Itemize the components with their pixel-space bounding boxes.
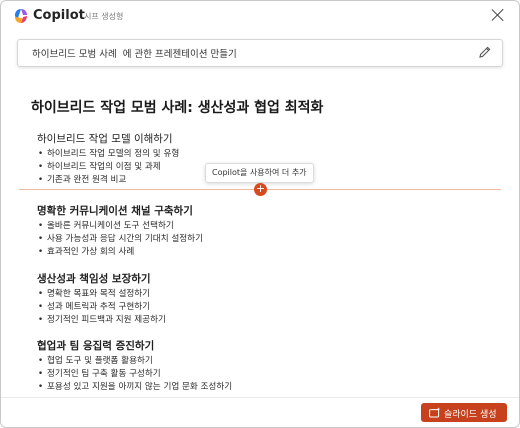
outline-section[interactable]: 협업과 팀 응집력 증진하기 협업 도구 및 플랫폼 활용하기 정기적인 팀 구… bbox=[37, 338, 477, 394]
add-section-button[interactable]: + bbox=[254, 183, 267, 196]
bullet-item[interactable]: 효과적인 가상 회의 사례 bbox=[37, 246, 477, 259]
section-title[interactable]: 생산성과 책임성 보장하기 bbox=[37, 271, 477, 286]
outline-section[interactable]: 생산성과 책임성 보장하기 명확한 목표와 목적 설정하기 성과 메트릭과 추적… bbox=[37, 271, 477, 327]
create-slides-label: 슬라이드 생성 bbox=[444, 410, 497, 420]
app-subtitle: 시프 생성형 bbox=[84, 12, 124, 21]
app-title: Copilot bbox=[33, 8, 85, 23]
create-slides-button[interactable]: 슬라이드 생성 bbox=[421, 403, 507, 422]
bullet-item[interactable]: 협업 도구 및 플랫폼 활용하기 bbox=[37, 355, 477, 368]
bullet-item[interactable]: 포용성 있고 지원을 아끼지 않는 기업 문화 조성하기 bbox=[37, 381, 477, 394]
bullet-item[interactable]: 정기적인 팀 구축 활동 구성하기 bbox=[37, 368, 477, 381]
section-title[interactable]: 협업과 팀 응집력 증진하기 bbox=[37, 338, 477, 353]
prompt-text: 하이브리드 모범 사례 에 관한 프레젠테이션 만들기 bbox=[32, 49, 237, 60]
title-bar: Copilot 시프 생성형 bbox=[1, 1, 519, 31]
section-title[interactable]: 하이브리드 작업 모델 이해하기 bbox=[37, 131, 477, 146]
copilot-dialog: Copilot 시프 생성형 하이브리드 모범 사례 에 관한 프레젠테이션 만… bbox=[0, 0, 520, 428]
bullet-item[interactable]: 올바른 커뮤니케이션 도구 선택하기 bbox=[37, 220, 477, 233]
prompt-bar[interactable]: 하이브리드 모범 사례 에 관한 프레젠테이션 만들기 bbox=[17, 39, 503, 67]
slides-sparkle-icon bbox=[429, 407, 441, 418]
bullet-item[interactable]: 명확한 목표와 목적 설정하기 bbox=[37, 288, 477, 301]
deck-title[interactable]: 하이브리드 작업 모범 사례: 생산성과 협업 최적화 bbox=[31, 97, 323, 117]
bullet-item[interactable]: 사용 가능성과 응답 시간의 기대치 설정하기 bbox=[37, 233, 477, 246]
insert-tooltip: Copilot을 사용하여 더 추가 bbox=[205, 163, 314, 183]
section-title[interactable]: 명확한 커뮤니케이션 채널 구축하기 bbox=[37, 203, 477, 218]
bullet-item[interactable]: 성과 메트릭과 추적 구현하기 bbox=[37, 301, 477, 314]
outline-section[interactable]: 명확한 커뮤니케이션 채널 구축하기 올바른 커뮤니케이션 도구 선택하기 사용… bbox=[37, 203, 477, 259]
footer-divider bbox=[1, 397, 519, 398]
pencil-edit-icon[interactable] bbox=[478, 45, 492, 59]
close-icon[interactable] bbox=[491, 8, 505, 22]
copilot-logo-icon bbox=[15, 9, 27, 23]
bullet-item[interactable]: 정기적인 피드백과 지원 제공하기 bbox=[37, 314, 477, 327]
bullet-item[interactable]: 하이브리드 작업 모델의 정의 및 유형 bbox=[37, 148, 477, 161]
